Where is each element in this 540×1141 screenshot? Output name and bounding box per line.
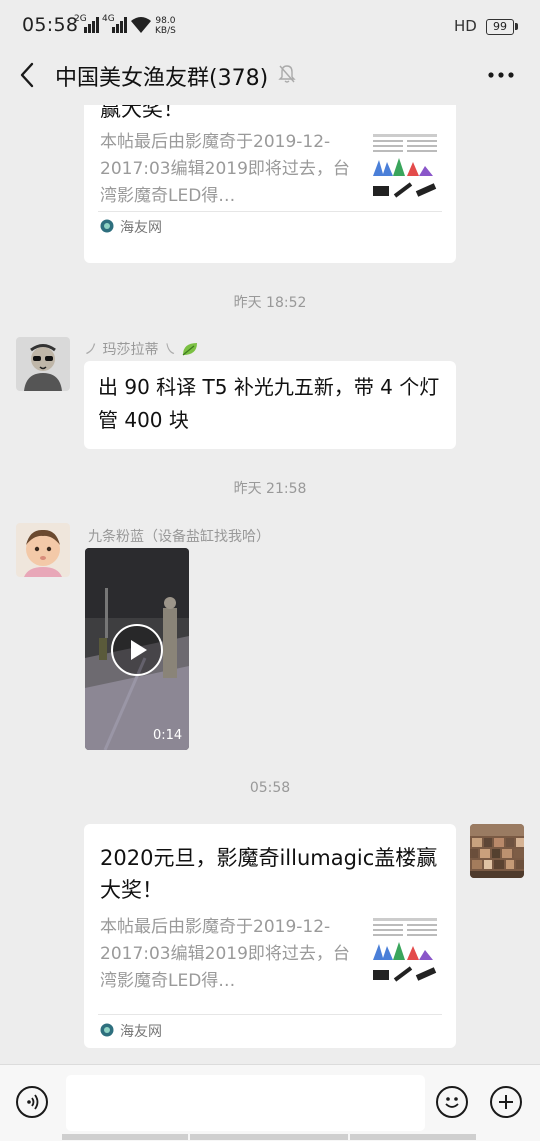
wifi-icon — [131, 17, 151, 33]
plus-icon — [499, 1095, 513, 1109]
link-card-description: 本帖最后由影魔奇于2019-12-2017:03编辑2019即将过去，台湾影魔奇… — [100, 917, 350, 991]
avatar[interactable] — [16, 337, 70, 391]
link-card-title: 2020元旦，影魔奇illumagic盖楼赢大奖！ — [100, 846, 438, 902]
status-time: 05:58 — [22, 14, 79, 36]
message-input[interactable] — [66, 1075, 425, 1131]
signal-icon-2 — [112, 17, 127, 33]
battery-icon: 99 — [486, 19, 514, 35]
keyboard-hint-bar — [190, 1134, 348, 1140]
link-card-description: 本帖最后由影魔奇于2019-12-2017:03编辑2019即将过去，台湾影魔奇… — [100, 132, 350, 206]
more-options-icon[interactable] — [486, 64, 516, 86]
link-card-thumbnail — [371, 130, 439, 202]
sender-name-text: 玛莎拉蒂 — [102, 342, 159, 358]
mute-bell-icon — [278, 65, 296, 83]
battery-tip — [515, 23, 518, 30]
emoji-icon — [445, 1097, 459, 1108]
chat-area[interactable]: 赢大奖！ 本帖最后由影魔奇于2019-12-2017:03编辑2019即将过去，… — [0, 105, 540, 1064]
timestamp: 05:58 — [249, 780, 291, 796]
back-icon[interactable] — [14, 60, 44, 90]
keyboard-hint-bar — [350, 1134, 476, 1140]
video-message[interactable]: 0:14 — [85, 548, 189, 750]
avatar[interactable] — [16, 523, 70, 577]
hd-indicator: HD — [454, 17, 477, 35]
keyboard-hint-bar — [62, 1134, 188, 1140]
link-card-source: 海友网 — [120, 1024, 162, 1040]
sender-name: 九条粉蓝（设备盐缸找我哈） — [88, 529, 270, 545]
status-bar: 05:58 2G 4G 98.0 KB/S HD 99 — [0, 0, 540, 54]
source-icon — [100, 219, 114, 233]
chat-title: 中国美女渔友群(378) — [55, 66, 269, 91]
network-speed-unit: KB/S — [155, 26, 176, 36]
leaf-emoji-icon — [182, 343, 198, 356]
more-functions-button[interactable] — [490, 1086, 522, 1118]
avatar-image — [16, 337, 70, 391]
source-icon — [100, 1023, 114, 1037]
link-card-divider — [98, 1014, 442, 1015]
emoji-button[interactable] — [436, 1086, 468, 1118]
signal-icon — [84, 17, 99, 33]
link-card-thumbnail — [371, 914, 439, 986]
message-bubble[interactable]: 出 90 科译 T5 补光九五新，带 4 个灯管 400 块 — [84, 361, 456, 449]
network-speed: 98.0 KB/S — [155, 16, 176, 36]
sender-decor-left: ノ — [84, 342, 103, 358]
avatar-image — [470, 824, 524, 878]
timestamp: 昨天 21:58 — [233, 481, 307, 497]
timestamp: 昨天 18:52 — [233, 295, 307, 311]
my-avatar[interactable] — [470, 824, 524, 878]
sender-name: ノ 玛莎拉蒂 ㇏ — [84, 339, 199, 359]
video-duration: 0:14 — [153, 728, 183, 743]
sender-decor-right: ㇏ — [158, 342, 177, 358]
link-card-title: 赢大奖！ — [100, 105, 184, 121]
link-card-divider — [98, 211, 442, 212]
network-speed-value: 98.0 — [155, 16, 176, 26]
link-card-source: 海友网 — [120, 220, 162, 236]
voice-input-button[interactable] — [16, 1086, 48, 1118]
link-card-1[interactable]: 赢大奖！ 本帖最后由影魔奇于2019-12-2017:03编辑2019即将过去，… — [84, 105, 456, 263]
link-card-2[interactable]: 2020元旦，影魔奇illumagic盖楼赢大奖！ 本帖最后由影魔奇于2019-… — [84, 824, 456, 1048]
voice-icon — [27, 1094, 39, 1110]
play-icon[interactable] — [110, 623, 164, 677]
avatar-image — [16, 523, 70, 577]
